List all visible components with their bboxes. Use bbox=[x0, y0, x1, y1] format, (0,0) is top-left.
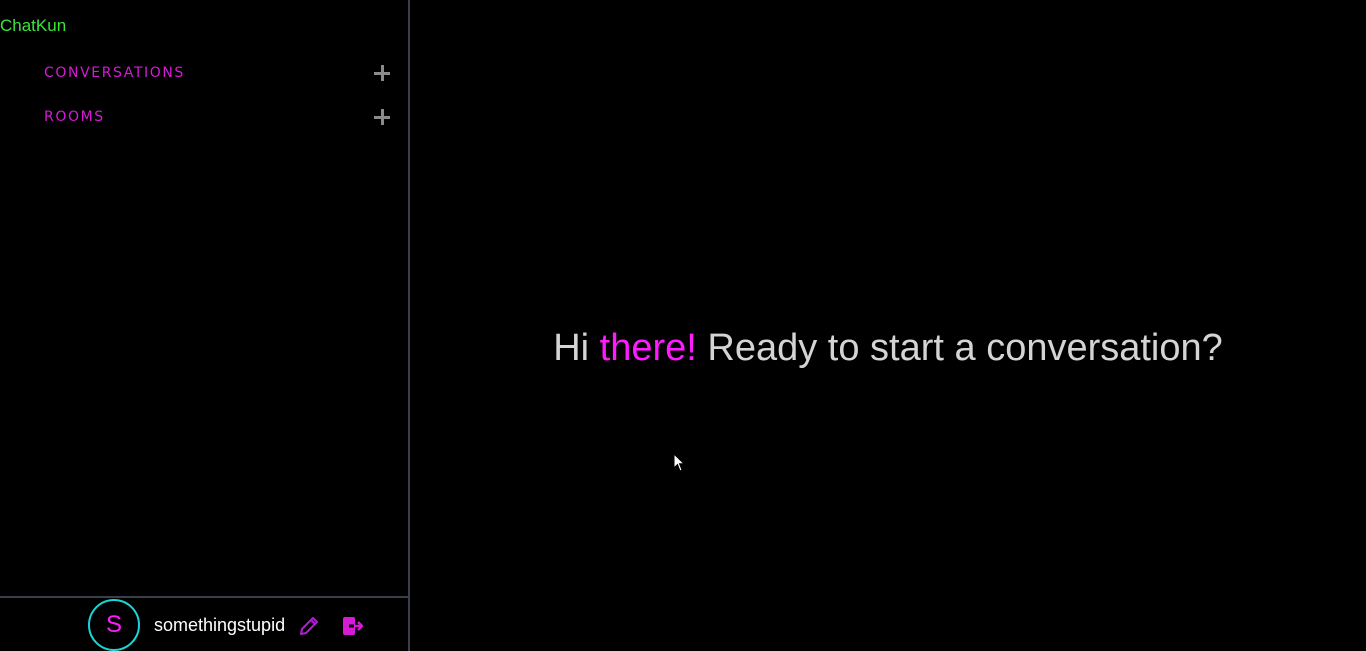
sidebar-section-rooms[interactable]: ROOMS bbox=[44, 107, 394, 127]
greeting-part-there: there! bbox=[599, 327, 697, 369]
sidebar-section-conversations[interactable]: CONVERSATIONS bbox=[44, 63, 394, 83]
sidebar: ChatKun CONVERSATIONS ROOMS S somethings… bbox=[0, 0, 410, 651]
main-panel: Hi there! Ready to start a conversation? bbox=[410, 0, 1366, 651]
section-label-conversations[interactable]: CONVERSATIONS bbox=[44, 65, 185, 81]
app-window: ChatKun CONVERSATIONS ROOMS S somethings… bbox=[0, 0, 1366, 651]
welcome-message: Hi there! Ready to start a conversation? bbox=[410, 324, 1366, 372]
username: somethingstupid bbox=[154, 615, 286, 635]
section-label-rooms[interactable]: ROOMS bbox=[44, 109, 105, 125]
avatar[interactable]: S bbox=[88, 599, 140, 651]
pencil-icon[interactable] bbox=[297, 614, 321, 638]
app-title: ChatKun bbox=[0, 16, 67, 35]
greeting-part-rest: Ready to start a conversation? bbox=[696, 327, 1223, 369]
mouse-cursor-icon bbox=[673, 453, 685, 472]
greeting-part-hi: Hi bbox=[553, 327, 600, 369]
user-bar: S somethingstupid bbox=[0, 596, 408, 651]
add-room-plus-icon[interactable] bbox=[374, 109, 390, 125]
add-conversation-plus-icon[interactable] bbox=[374, 65, 390, 81]
logout-icon[interactable] bbox=[341, 615, 365, 637]
